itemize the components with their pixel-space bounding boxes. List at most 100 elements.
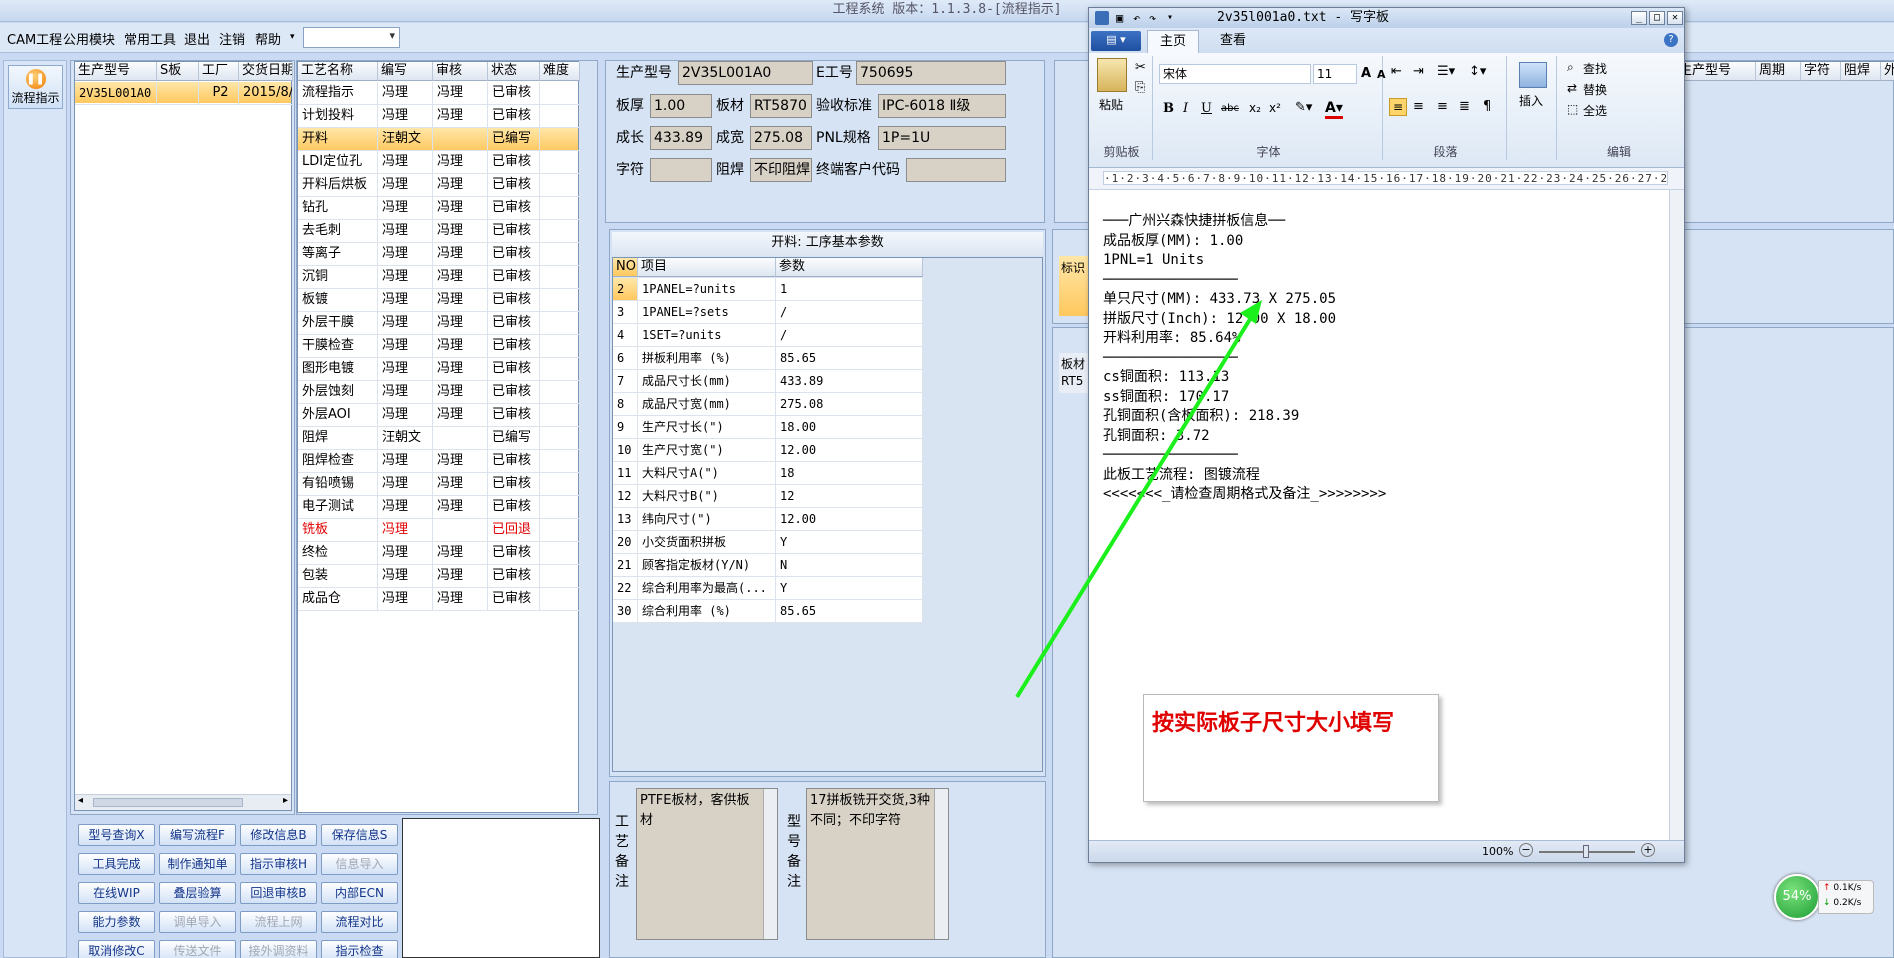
param-row[interactable]: 10 生产尺寸宽(") 12.00 bbox=[613, 439, 923, 462]
param-row[interactable]: 30 综合利用率 (%) 85.65 bbox=[613, 600, 923, 623]
right-extra-col-header[interactable]: 外 bbox=[1881, 62, 1894, 81]
scroll-left-icon[interactable]: ◂ bbox=[78, 795, 83, 806]
process-row[interactable]: 包装 冯理 冯理 已审核 bbox=[298, 565, 580, 588]
ruler-scale[interactable]: ·1·2·3·4·5·6·7·8·9·10·11·12·13·14·15·16·… bbox=[1103, 171, 1668, 185]
subscript-icon[interactable]: x₂ bbox=[1249, 101, 1261, 115]
zoom-out-icon[interactable]: − bbox=[1519, 843, 1533, 857]
action-button[interactable]: 编写流程F bbox=[159, 824, 236, 846]
process-row[interactable]: 等离子 冯理 冯理 已审核 bbox=[298, 243, 580, 266]
document-vscrollbar[interactable] bbox=[1669, 190, 1684, 840]
item-col-header[interactable]: 项目 bbox=[638, 258, 776, 277]
right-char-col-header[interactable]: 字符 bbox=[1801, 62, 1841, 81]
paragraph-dialog-icon[interactable]: ¶ bbox=[1483, 99, 1491, 114]
process-row[interactable]: 开料后烘板 冯理 冯理 已审核 bbox=[298, 174, 580, 197]
due-date-col-header[interactable]: 交货日期 bbox=[239, 62, 293, 81]
process-name-col-header[interactable]: 工艺名称 bbox=[298, 62, 378, 81]
author-col-header[interactable]: 编写 bbox=[378, 62, 433, 81]
action-button[interactable]: 工具完成 bbox=[78, 853, 155, 875]
param-row[interactable]: 4 1SET=?units / bbox=[613, 324, 923, 347]
zoom-slider-thumb[interactable] bbox=[1583, 845, 1589, 858]
action-button[interactable]: 内部ECN bbox=[321, 882, 398, 904]
process-row[interactable]: 图形电镀 冯理 冯理 已审核 bbox=[298, 358, 580, 381]
process-row[interactable]: 去毛刺 冯理 冯理 已审核 bbox=[298, 220, 580, 243]
align-center-icon[interactable]: ≡ bbox=[1413, 99, 1424, 114]
model-hscrollbar[interactable]: ◂ ▸ bbox=[75, 794, 291, 810]
menu-combo-box[interactable] bbox=[303, 27, 400, 48]
model-remark-scrollbar[interactable] bbox=[934, 789, 948, 939]
process-remark-textarea[interactable]: PTFE板材，客供板材 bbox=[636, 788, 778, 940]
action-button[interactable]: 型号查询X bbox=[78, 824, 155, 846]
process-row[interactable]: 计划投料 冯理 冯理 已审核 bbox=[298, 105, 580, 128]
copy-icon[interactable]: ⎘ bbox=[1135, 80, 1145, 95]
tab-home[interactable]: 主页 bbox=[1147, 30, 1199, 54]
right-period-col-header[interactable]: 周期 bbox=[1756, 62, 1801, 81]
mask-field[interactable]: 不印阻焊 bbox=[750, 158, 812, 182]
process-row[interactable]: 铣板 冯理 已回退 bbox=[298, 519, 580, 542]
process-row[interactable]: 开料 汪朝文 已编写 bbox=[298, 128, 580, 151]
paste-label[interactable]: 粘贴 bbox=[1099, 96, 1123, 113]
qat-save-icon[interactable]: ▣ bbox=[1116, 8, 1123, 28]
process-row[interactable]: 终检 冯理 冯理 已审核 bbox=[298, 542, 580, 565]
maximize-icon[interactable]: □ bbox=[1649, 11, 1665, 25]
param-row[interactable]: 20 小交货面积拼板 Y bbox=[613, 531, 923, 554]
font-size-select[interactable]: 11 bbox=[1313, 64, 1357, 84]
eno-field[interactable]: 750695 bbox=[856, 61, 1006, 85]
justify-icon[interactable]: ≣ bbox=[1459, 99, 1470, 114]
param-row[interactable]: 21 顾客指定板材(Y/N) N bbox=[613, 554, 923, 577]
action-button[interactable]: 指示检查 bbox=[321, 940, 398, 958]
param-row[interactable]: 2 1PANEL=?units 1 bbox=[613, 278, 923, 301]
select-all-button[interactable]: 全选 bbox=[1583, 102, 1607, 119]
right-model-col-header[interactable]: 生产型号 bbox=[1676, 62, 1756, 81]
menu-public[interactable]: 公用模块 bbox=[63, 29, 115, 48]
action-button[interactable]: 调单导入 bbox=[159, 911, 236, 933]
process-row[interactable]: 外层AOI 冯理 冯理 已审核 bbox=[298, 404, 580, 427]
sboard-col-header[interactable]: S板 bbox=[157, 62, 199, 81]
param-row[interactable]: 6 拼板利用率 (%) 85.65 bbox=[613, 347, 923, 370]
difficulty-col-header[interactable]: 难度 bbox=[540, 62, 580, 81]
param-row[interactable]: 9 生产尺寸长(") 18.00 bbox=[613, 416, 923, 439]
process-row[interactable]: 外层干膜 冯理 冯理 已审核 bbox=[298, 312, 580, 335]
bold-icon[interactable]: B bbox=[1163, 101, 1174, 116]
qat-dropdown-icon[interactable]: ▾ bbox=[1167, 8, 1173, 28]
help-icon[interactable]: ? bbox=[1664, 33, 1678, 47]
align-left-icon[interactable]: ≡ bbox=[1389, 98, 1407, 116]
replace-button[interactable]: 替换 bbox=[1583, 81, 1607, 98]
flow-indicator-button[interactable]: ❚❚ 流程指示 bbox=[8, 65, 63, 109]
param-row[interactable]: 22 综合利用率为最高(... Y bbox=[613, 577, 923, 600]
width-field[interactable]: 275.08 bbox=[750, 126, 812, 150]
font-color-icon[interactable]: A▾ bbox=[1325, 100, 1343, 119]
cut-icon[interactable]: ✂ bbox=[1135, 60, 1146, 75]
menu-tools[interactable]: 常用工具 bbox=[124, 29, 176, 48]
process-row[interactable]: 阻焊 汪朝文 已编写 bbox=[298, 427, 580, 450]
select-all-icon[interactable]: ⬚ bbox=[1567, 102, 1578, 116]
superscript-icon[interactable]: x² bbox=[1269, 101, 1281, 115]
value-col-header[interactable]: 参数 bbox=[776, 258, 923, 277]
align-right-icon[interactable]: ≡ bbox=[1437, 99, 1448, 114]
process-row[interactable]: 有铅喷锡 冯理 冯理 已审核 bbox=[298, 473, 580, 496]
pnl-field[interactable]: 1P=1U bbox=[878, 126, 1006, 150]
line-spacing-icon[interactable]: ↕▾ bbox=[1469, 64, 1486, 79]
menu-cam[interactable]: CAM工程 bbox=[7, 29, 62, 48]
insert-label[interactable]: 插入 bbox=[1519, 92, 1543, 109]
right-mask-col-header[interactable]: 阻焊 bbox=[1841, 62, 1881, 81]
action-button[interactable]: 修改信息B bbox=[240, 824, 317, 846]
replace-icon[interactable]: ⇄ bbox=[1567, 81, 1577, 95]
italic-icon[interactable]: I bbox=[1183, 101, 1188, 116]
process-row[interactable]: LDI定位孔 冯理 冯理 已审核 bbox=[298, 151, 580, 174]
model-field[interactable]: 2V35L001A0 bbox=[678, 61, 813, 85]
increase-indent-icon[interactable]: ⇥ bbox=[1413, 64, 1424, 79]
material-field[interactable]: RT5870 bbox=[750, 94, 812, 118]
factory-col-header[interactable]: 工厂 bbox=[199, 62, 239, 81]
param-row[interactable]: 11 大料尺寸A(") 18 bbox=[613, 462, 923, 485]
action-button[interactable]: 制作通知单 bbox=[159, 853, 236, 875]
thickness-field[interactable]: 1.00 bbox=[650, 94, 712, 118]
char-field[interactable] bbox=[650, 158, 712, 182]
param-row[interactable]: 8 成品尺寸宽(mm) 275.08 bbox=[613, 393, 923, 416]
action-button[interactable]: 取消修改C bbox=[78, 940, 155, 958]
action-button[interactable]: 指示审核H bbox=[240, 853, 317, 875]
minimize-icon[interactable]: _ bbox=[1631, 11, 1647, 25]
process-row[interactable]: 钻孔 冯理 冯理 已审核 bbox=[298, 197, 580, 220]
memory-percent[interactable]: 54% bbox=[1774, 874, 1820, 920]
process-remark-scrollbar[interactable] bbox=[763, 789, 777, 939]
process-row[interactable]: 外层蚀刻 冯理 冯理 已审核 bbox=[298, 381, 580, 404]
